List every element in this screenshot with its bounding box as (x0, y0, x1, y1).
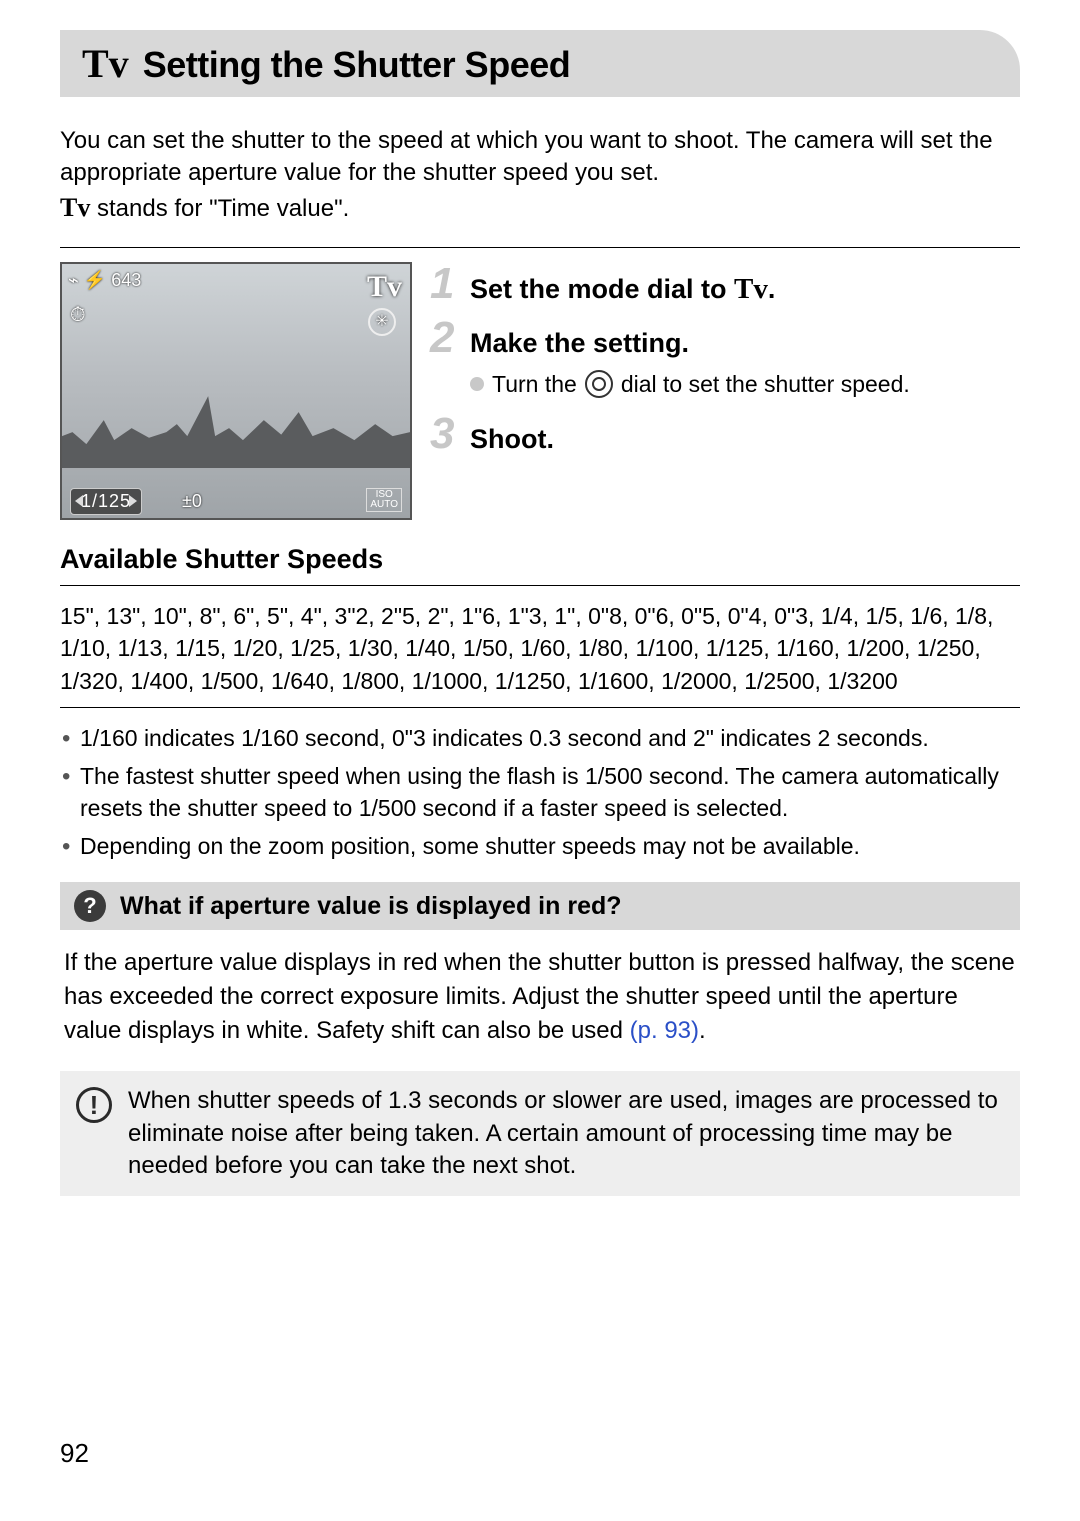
divider (60, 585, 1020, 586)
notes-list: 1/160 indicates 1/160 second, 0"3 indica… (60, 722, 1020, 863)
steps-list: 1 Set the mode dial to Tv. 2 Make the se… (430, 262, 1020, 466)
intro-text: You can set the shutter to the speed at … (60, 127, 993, 186)
divider (60, 707, 1020, 708)
tv-abbrev: Tv (60, 193, 90, 222)
question-icon: ? (74, 890, 106, 922)
step-title: Shoot. (470, 424, 554, 455)
lcd-top-icons: ⌁ ⚡ 643 (68, 270, 141, 291)
lcd-scene (62, 388, 410, 468)
warning-icon: ! (76, 1087, 112, 1123)
step-2: 2 Make the setting. (430, 316, 1020, 360)
intro-paragraph: You can set the shutter to the speed at … (60, 125, 1020, 225)
shutter-speeds-list: 15", 13", 10", 8", 6", 5", 4", 3"2, 2"5,… (60, 600, 1020, 697)
divider (60, 247, 1020, 248)
available-speeds-heading: Available Shutter Speeds (60, 544, 1020, 575)
lcd-shutter-value: 1/125 (70, 488, 142, 515)
warning-callout: ! When shutter speeds of 1.3 seconds or … (60, 1071, 1020, 1196)
page-ref-link[interactable]: (p. 93) (630, 1017, 699, 1044)
step-2-sub: Turn the dial to set the shutter speed. (470, 370, 1020, 398)
mode-icon-tv: Tv (82, 40, 129, 87)
question-title: What if aperture value is displayed in r… (120, 892, 622, 921)
page-title: Setting the Shutter Speed (143, 44, 571, 86)
iso-auto: AUTO (370, 499, 398, 510)
question-body: If the aperture value displays in red wh… (60, 930, 1020, 1047)
step-1-pre: Set the mode dial to (470, 274, 734, 304)
sub-pre: Turn the (492, 371, 577, 398)
question-header: ? What if aperture value is displayed in… (60, 882, 1020, 930)
step-number: 3 (430, 412, 464, 456)
tv-definition: stands for "Time value". (90, 195, 349, 222)
warning-text: When shutter speeds of 1.3 seconds or sl… (128, 1085, 1004, 1182)
step-number: 1 (430, 262, 464, 306)
lcd-aux-icon: ✳ (368, 308, 396, 336)
note-item: Depending on the zoom position, some shu… (60, 830, 1020, 862)
tv-icon-inline: Tv (734, 273, 768, 305)
step-number: 2 (430, 316, 464, 360)
step-1: 1 Set the mode dial to Tv. (430, 262, 1020, 306)
note-item: The fastest shutter speed when using the… (60, 760, 1020, 824)
control-dial-icon (585, 370, 613, 398)
q-body-suf: . (699, 1017, 706, 1044)
lcd-ev-value: ±0 (182, 491, 202, 512)
camera-lcd-preview: ⌁ ⚡ 643 ⏱ Tv ✳ 1/125 ±0 ISO AUTO (60, 262, 412, 520)
note-item: 1/160 indicates 1/160 second, 0"3 indica… (60, 722, 1020, 754)
step-3: 3 Shoot. (430, 412, 1020, 456)
sub-suf: dial to set the shutter speed. (621, 371, 910, 398)
question-callout: ? What if aperture value is displayed in… (60, 882, 1020, 1047)
step-title: Make the setting. (470, 328, 689, 359)
lcd-iso-icon: ISO AUTO (366, 488, 402, 512)
page-title-bar: Tv Setting the Shutter Speed (60, 30, 1020, 97)
step-title: Set the mode dial to Tv. (470, 273, 775, 306)
page-number: 92 (60, 1438, 89, 1469)
bullet-icon (470, 377, 484, 391)
lcd-mode-tv-icon: Tv (367, 270, 402, 304)
q-body-pre: If the aperture value displays in red wh… (64, 949, 1015, 1043)
lcd-bottom-bar: 1/125 ±0 ISO AUTO (62, 484, 410, 518)
lcd-timer-icon: ⏱ (70, 304, 86, 327)
step-1-suf: . (768, 274, 776, 304)
